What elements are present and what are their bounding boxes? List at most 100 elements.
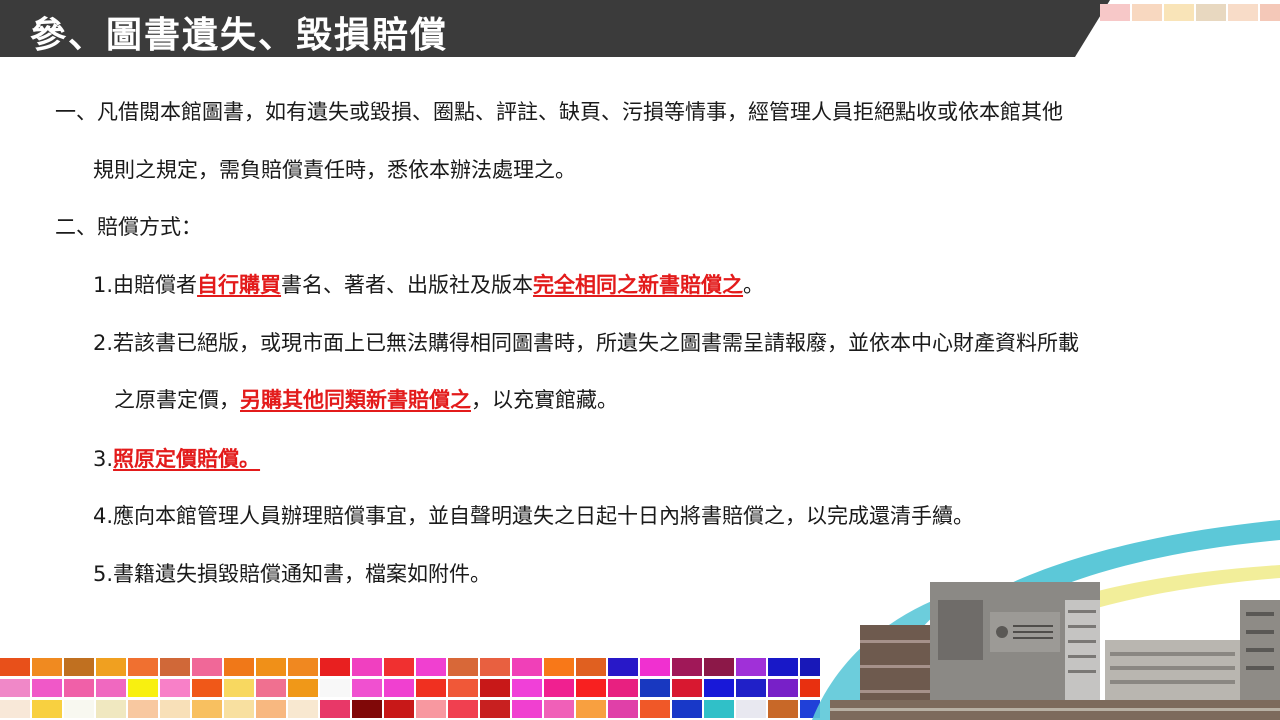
mosaic-tile (608, 700, 638, 718)
mosaic-tile (64, 679, 94, 697)
mosaic-tile (480, 658, 510, 676)
mosaic-tile (288, 679, 318, 697)
mosaic-tile (32, 679, 62, 697)
mosaic-tile (224, 658, 254, 676)
item2-line2-prefix: 之原書定價， (114, 388, 240, 412)
mosaic-tile (0, 679, 30, 697)
mosaic-tile (256, 679, 286, 697)
mosaic-tile (96, 658, 126, 676)
mosaic-tile (512, 679, 542, 697)
mosaic-tile (192, 658, 222, 676)
mosaic-tile (0, 700, 30, 718)
mosaic-row (0, 700, 820, 718)
mosaic-tile (256, 700, 286, 718)
item2-line2: 之原書定價，另購其他同類新書賠償之，以充實館藏。 (114, 386, 618, 414)
mosaic-tile (64, 700, 94, 718)
mosaic-tile (768, 700, 798, 718)
mosaic-tile (640, 679, 670, 697)
mosaic-tile (416, 658, 446, 676)
section1-line1: 一、凡借閱本館圖書，如有遺失或毀損、圈點、評註、缺頁、污損等情事，經管理人員拒絕… (55, 100, 1063, 124)
mosaic-tile (512, 658, 542, 676)
mosaic-tile (512, 700, 542, 718)
item1-highlight-same: 完全相同之新書賠償之 (533, 273, 744, 297)
mosaic-tile (160, 700, 190, 718)
mosaic-tile (544, 700, 574, 718)
mosaic-tile (448, 658, 478, 676)
section2-heading: 二、賠償方式： (55, 215, 202, 239)
item1-middle: 書名、著者、出版社及版本 (281, 273, 534, 297)
mosaic-tile (704, 679, 734, 697)
item1-prefix: 1.由賠償者 (93, 273, 198, 297)
mosaic-tile (32, 700, 62, 718)
mosaic-tile (672, 700, 702, 718)
mosaic-tile (352, 658, 382, 676)
section1-line2: 規則之規定，需負賠償責任時，悉依本辦法處理之。 (93, 158, 576, 182)
item3-highlight: 照原定價賠償。 (113, 447, 261, 471)
mosaic-tile (800, 658, 820, 676)
mosaic-tile (256, 658, 286, 676)
mosaic-tile (480, 700, 510, 718)
mosaic-tile (384, 679, 414, 697)
mosaic-tile (800, 679, 820, 697)
mosaic-tile (224, 700, 254, 718)
mosaic-tile (576, 700, 606, 718)
mosaic-tile (672, 679, 702, 697)
mosaic-tile (640, 658, 670, 676)
item1-highlight-buy: 自行購買 (197, 273, 282, 297)
mosaic-tile (416, 679, 446, 697)
mosaic-tile (704, 658, 734, 676)
mosaic-row (0, 679, 820, 697)
mosaic-tile (128, 700, 158, 718)
item2-line1: 2.若該書已絕版，或現市面上已無法購得相同圖書時，所遺失之圖書需呈請報廢，並依本… (93, 331, 1080, 355)
mosaic-tile (192, 700, 222, 718)
slide-content: 一、凡借閱本館圖書，如有遺失或毀損、圈點、評註、缺頁、污損等情事，經管理人員拒絕… (0, 0, 1280, 720)
mosaic-tile (352, 700, 382, 718)
mosaic-tile (64, 658, 94, 676)
mosaic-tile (768, 658, 798, 676)
mosaic-tile (608, 658, 638, 676)
item1-suffix: 。 (743, 273, 765, 297)
mosaic-tile (352, 679, 382, 697)
item2-line2-suffix: ，以充實館藏。 (471, 388, 618, 412)
mosaic-tile (128, 658, 158, 676)
item1: 1.由賠償者自行購買書名、著者、出版社及版本完全相同之新書賠償之。 (93, 271, 764, 299)
mosaic-tile (576, 658, 606, 676)
mosaic-tile (448, 700, 478, 718)
mosaic-tile (384, 658, 414, 676)
mosaic-tile (736, 700, 766, 718)
mosaic-tile (96, 700, 126, 718)
color-mosaic (0, 658, 820, 720)
mosaic-tile (672, 658, 702, 676)
mosaic-tile (384, 700, 414, 718)
mosaic-tile (640, 700, 670, 718)
mosaic-tile (192, 679, 222, 697)
mosaic-tile (544, 679, 574, 697)
mosaic-tile (768, 679, 798, 697)
item5: 5.書籍遺失損毀賠償通知書，檔案如附件。 (93, 562, 492, 586)
mosaic-tile (736, 679, 766, 697)
mosaic-tile (736, 658, 766, 676)
mosaic-tile (0, 658, 30, 676)
mosaic-tile (416, 700, 446, 718)
mosaic-row (0, 658, 820, 676)
mosaic-tile (448, 679, 478, 697)
mosaic-tile (320, 679, 350, 697)
mosaic-tile (576, 679, 606, 697)
mosaic-tile (320, 658, 350, 676)
mosaic-tile (704, 700, 734, 718)
item3: 3.照原定價賠償。 (93, 445, 260, 473)
mosaic-tile (544, 658, 574, 676)
mosaic-tile (128, 679, 158, 697)
mosaic-tile (288, 700, 318, 718)
item2-highlight: 另購其他同類新書賠償之 (240, 388, 471, 412)
mosaic-tile (320, 700, 350, 718)
mosaic-tile (224, 679, 254, 697)
mosaic-tile (160, 679, 190, 697)
mosaic-tile (160, 658, 190, 676)
item4: 4.應向本館管理人員辦理賠償事宜，並自聲明遺失之日起十日內將書賠償之，以完成還清… (93, 504, 975, 528)
mosaic-tile (800, 700, 820, 718)
mosaic-tile (288, 658, 318, 676)
mosaic-tile (608, 679, 638, 697)
mosaic-tile (32, 658, 62, 676)
item3-prefix: 3. (93, 447, 114, 471)
